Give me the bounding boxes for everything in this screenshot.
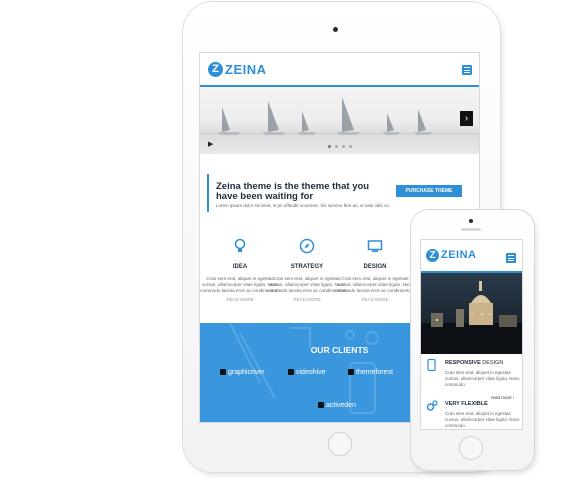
feature-text: Cras sem erat, aliquet in egestas cursus… (335, 276, 415, 293)
feature-design: DESIGN Cras sem erat, aliquet in egestas… (335, 238, 415, 302)
phone-home-button[interactable] (459, 436, 483, 460)
menu-icon[interactable] (462, 65, 472, 75)
feature-title-flexible: VERY FLEXIBLE (445, 401, 488, 407)
logo-icon[interactable]: Z (208, 62, 223, 77)
feature-title-responsive: RESPONSIVE DESIGN (445, 360, 504, 366)
phone-site-header: Z ZEINA (421, 240, 522, 273)
slider-dot[interactable] (328, 145, 331, 148)
phone-camera (469, 219, 473, 223)
feature-text: Cras sem erat, aliquet in egestas cursus… (445, 370, 520, 387)
menu-icon[interactable] (506, 253, 516, 263)
monitor-icon (367, 240, 383, 252)
site-header: Z ZEINA (200, 53, 479, 87)
logo-text[interactable]: ZEINA (225, 62, 267, 77)
slider-dot[interactable] (349, 145, 352, 148)
client-logo-graphicriver[interactable]: graphicriver (220, 369, 265, 376)
phone-device-icon (427, 359, 436, 371)
feature-title: DESIGN (363, 264, 387, 270)
compass-icon (299, 238, 315, 254)
sailboats-image (200, 97, 479, 135)
logo-text[interactable]: ZEINA (441, 249, 477, 261)
callout-box: Zeina theme is the theme that you have b… (207, 174, 474, 212)
tablet-home-button[interactable] (328, 432, 352, 456)
lightbulb-icon (234, 238, 246, 252)
client-logo-themeforest[interactable]: themeforest (348, 369, 393, 376)
logo-icon[interactable]: Z (426, 249, 439, 262)
client-logo-videohive[interactable]: videohive (288, 369, 326, 376)
gears-icon (426, 400, 438, 411)
read-more-link[interactable]: read more › (491, 395, 514, 400)
tablet-camera (333, 27, 338, 32)
slider-next-arrow-icon[interactable]: › (460, 111, 473, 126)
slider-dot[interactable] (342, 145, 345, 148)
phone-screen: Z ZEINA RESPONSIVE DESIGN Cras sem erat,… (420, 239, 523, 430)
city-photo (421, 273, 522, 354)
callout-title: Zeina theme is the theme that you have b… (216, 181, 370, 202)
purchase-theme-button[interactable]: PURCHASE THEME (396, 185, 462, 197)
client-logo-activeden[interactable]: activeden (318, 402, 356, 409)
feature-text: Cras sem erat, aliquet in egestas cursus… (445, 411, 520, 428)
callout-subtitle: Lorem ipsum dolor sit amet, in pri offen… (216, 203, 391, 208)
cathedral-skyline-image (421, 281, 522, 354)
read-more-link[interactable]: READ MORE (335, 297, 415, 302)
slider-play-icon[interactable]: ▶ (208, 140, 213, 148)
slider-dot[interactable] (335, 145, 338, 148)
hero-slider: › ▶ (200, 87, 479, 154)
phone-speaker (461, 228, 481, 231)
